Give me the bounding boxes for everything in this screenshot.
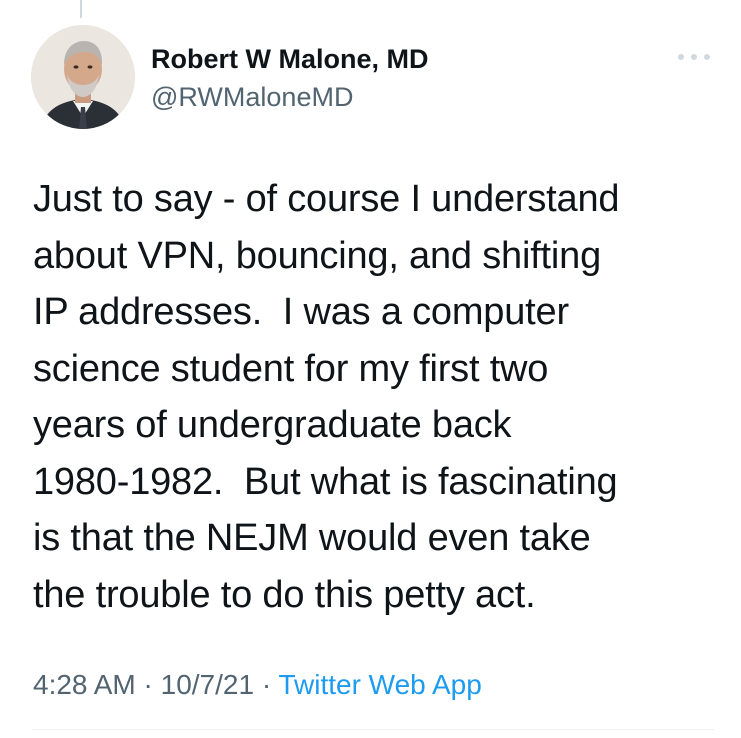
author-handle[interactable]: @RWMaloneMD <box>151 80 353 114</box>
tweet-date[interactable]: 10/7/21 <box>161 669 254 700</box>
tweet-text-line: science student for my first two <box>33 347 549 390</box>
meta-separator: · <box>135 669 161 700</box>
tweet-metadata: 4:28 AM · 10/7/21 · Twitter Web App <box>33 665 482 705</box>
meta-separator: · <box>254 669 279 700</box>
avatar[interactable] <box>31 25 135 129</box>
more-horizontal-icon <box>678 54 710 60</box>
tweet-text-line: the trouble to do this petty act. <box>33 573 536 616</box>
tweet-text-line: years of undergraduate back <box>33 404 512 446</box>
tweet-text: Just to say - of course I understand abo… <box>33 171 723 623</box>
tweet-text-line: IP addresses. I was a computer <box>33 291 569 333</box>
tweet-time[interactable]: 4:28 AM <box>33 669 136 700</box>
tweet-text-line: is that the NEJM would even take <box>33 517 591 559</box>
author-name[interactable]: Robert W Malone, MD <box>151 42 429 76</box>
tweet-text-line: 1980-1982. But what is fascinating <box>33 460 618 503</box>
tweet-source-link[interactable]: Twitter Web App <box>278 669 481 700</box>
thread-connector-line <box>80 0 82 18</box>
divider <box>32 729 715 730</box>
more-options-button[interactable] <box>672 44 716 70</box>
tweet-text-line: about VPN, bouncing, and shifting <box>33 234 602 277</box>
tweet-text-line: Just to say - of course I understand <box>33 178 620 220</box>
avatar-portrait-icon <box>31 25 135 129</box>
